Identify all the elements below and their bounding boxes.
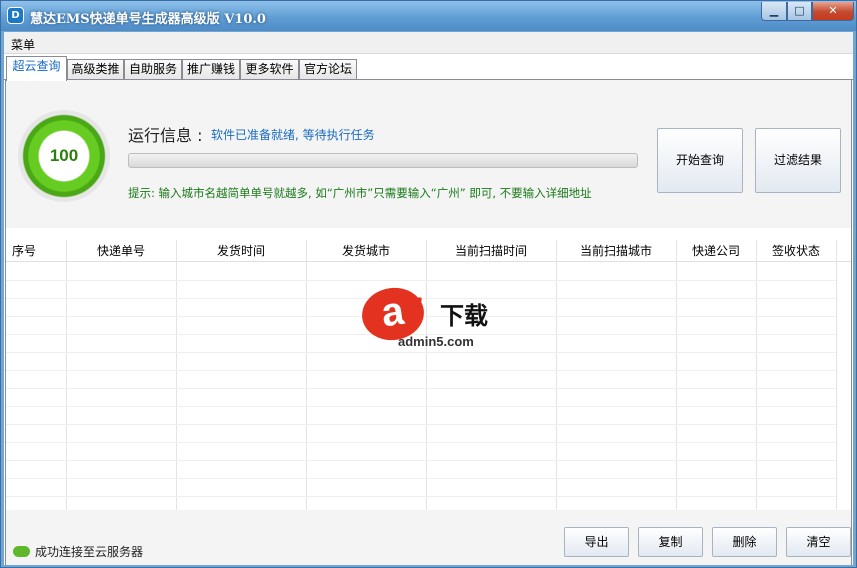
tab-more-software[interactable]: 更多软件 [240,59,299,80]
row-line [6,478,838,479]
client-area: 菜单 超云查询 高级类推 自助服务 推广赚钱 更多软件 官方论坛 100 运行信… [4,32,853,565]
row-line [6,442,838,443]
tab-self-service[interactable]: 自助服务 [124,59,182,80]
tab-cloud-query[interactable]: 超云查询 [6,56,67,81]
table-header: 序号 快递单号 发货时间 发货城市 当前扫描时间 当前扫描城市 快递公司 签收状… [6,240,851,262]
menu-item-menu[interactable]: 菜单 [11,36,35,53]
column-header-scan-time[interactable]: 当前扫描时间 [426,240,556,262]
connection-status: 成功连接至云服务器 [35,545,144,559]
gauge-value: 100 [40,132,88,180]
tab-strip: 超云查询 高级类推 自助服务 推广赚钱 更多软件 官方论坛 [4,56,853,81]
app-window: D 慧达EMS快递单号生成器高级版 V10.0 ▁ □ ✕ 菜单 超云查询 高级… [0,0,857,568]
app-icon: D [7,7,24,24]
run-info-label: 运行信息 : [128,126,203,145]
copy-button[interactable]: 复制 [638,527,703,557]
minimize-button[interactable]: ▁ [761,2,787,21]
row-line [6,496,838,497]
column-header-index[interactable]: 序号 [6,240,42,262]
menu-bar: 菜单 [4,32,853,54]
column-header-sign-status[interactable]: 签收状态 [756,240,836,262]
row-line [6,460,838,461]
watermark-url: admin5.com [398,334,474,349]
row-line [6,406,838,407]
watermark-text: 下载 [440,302,488,330]
tab-promote-earn[interactable]: 推广赚钱 [182,59,240,80]
column-header-ship-time[interactable]: 发货时间 [176,240,306,262]
export-button[interactable]: 导出 [564,527,629,557]
row-line [6,280,838,281]
watermark-logo: a 5 下载 admin5.com [358,283,512,358]
progress-bar [128,153,638,168]
tab-panel: 100 运行信息 : 软件已准备就绪, 等待执行任务 提示: 输入城市名越简单单… [5,80,852,565]
tab-advanced-infer[interactable]: 高级类推 [67,59,124,80]
tip-text: 提示: 输入城市名越简单单号就越多, 如“广州市”只需要输入“广州” 即可, 不… [128,186,592,200]
maximize-button[interactable]: □ [787,2,812,21]
close-button[interactable]: ✕ [812,2,854,21]
info-area: 100 运行信息 : 软件已准备就绪, 等待执行任务 提示: 输入城市名越简单单… [6,80,851,228]
clear-button[interactable]: 清空 [786,527,851,557]
start-query-button[interactable]: 开始查询 [657,128,743,193]
column-header-courier[interactable]: 快递公司 [676,240,756,262]
window-title: 慧达EMS快递单号生成器高级版 V10.0 [30,12,266,27]
watermark-digit: 5 [402,290,425,334]
row-line [6,424,838,425]
bottom-bar: 成功连接至云服务器 导出 复制 删除 清空 [6,510,851,565]
row-line [6,388,838,389]
results-table[interactable]: 序号 快递单号 发货时间 发货城市 当前扫描时间 当前扫描城市 快递公司 签收状… [6,240,851,510]
run-status-text: 软件已准备就绪, 等待执行任务 [211,128,375,142]
progress-gauge: 100 [18,110,110,202]
filter-results-button[interactable]: 过滤结果 [755,128,841,193]
delete-button[interactable]: 删除 [712,527,777,557]
column-header-scan-city[interactable]: 当前扫描城市 [556,240,676,262]
row-line [6,370,838,371]
title-bar[interactable]: D 慧达EMS快递单号生成器高级版 V10.0 ▁ □ ✕ [1,1,856,31]
column-header-tracking-number[interactable]: 快递单号 [66,240,176,262]
column-header-ship-city[interactable]: 发货城市 [306,240,426,262]
cloud-icon [13,546,30,557]
tab-official-forum[interactable]: 官方论坛 [299,59,357,80]
